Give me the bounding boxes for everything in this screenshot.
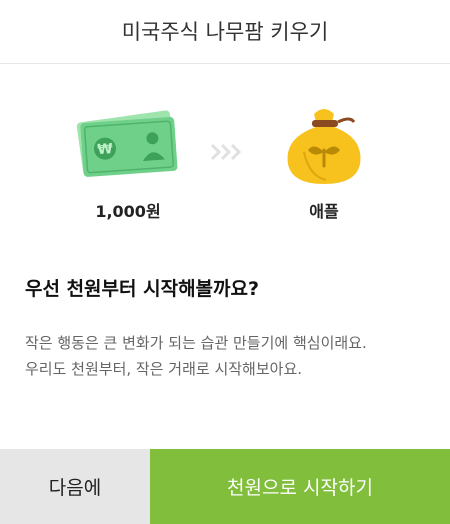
start-with-1000-button[interactable]: 천원으로 시작하기 — [150, 449, 450, 524]
banknote-won-icon: ₩ — [76, 110, 178, 177]
headline: 우선 천원부터 시작해볼까요? — [25, 278, 260, 300]
svg-text:₩: ₩ — [97, 141, 114, 158]
from-amount-label: 1,000원 — [95, 202, 161, 221]
seed-pouch-icon — [287, 109, 361, 184]
chevron-triple-right-icon — [210, 143, 242, 161]
from-amount: ₩ 1,000원 — [58, 100, 198, 222]
to-stock-label: 애플 — [309, 202, 339, 221]
to-stock: 애플 — [254, 100, 394, 222]
description-line: 우리도 천원부터, 작은 거래로 시작해보아요. — [25, 360, 303, 378]
title-divider — [0, 63, 450, 64]
description-line: 작은 행동은 큰 변화가 되는 습관 만들기에 핵심이래요. — [25, 334, 367, 352]
exchange-illustration: ₩ 1,000원 애플 — [0, 100, 450, 240]
later-button[interactable]: 다음에 — [0, 449, 150, 524]
description: 작은 행동은 큰 변화가 되는 습관 만들기에 핵심이래요. 우리도 천원부터,… — [25, 330, 435, 382]
dialog-title: 미국주식 나무팜 키우기 — [121, 20, 329, 44]
start-with-1000-dialog: 미국주식 나무팜 키우기 ₩ 1,000원 애플 우선 천원부터 시작해볼까요?… — [0, 0, 450, 524]
button-bar: 다음에 천원으로 시작하기 — [0, 449, 450, 524]
